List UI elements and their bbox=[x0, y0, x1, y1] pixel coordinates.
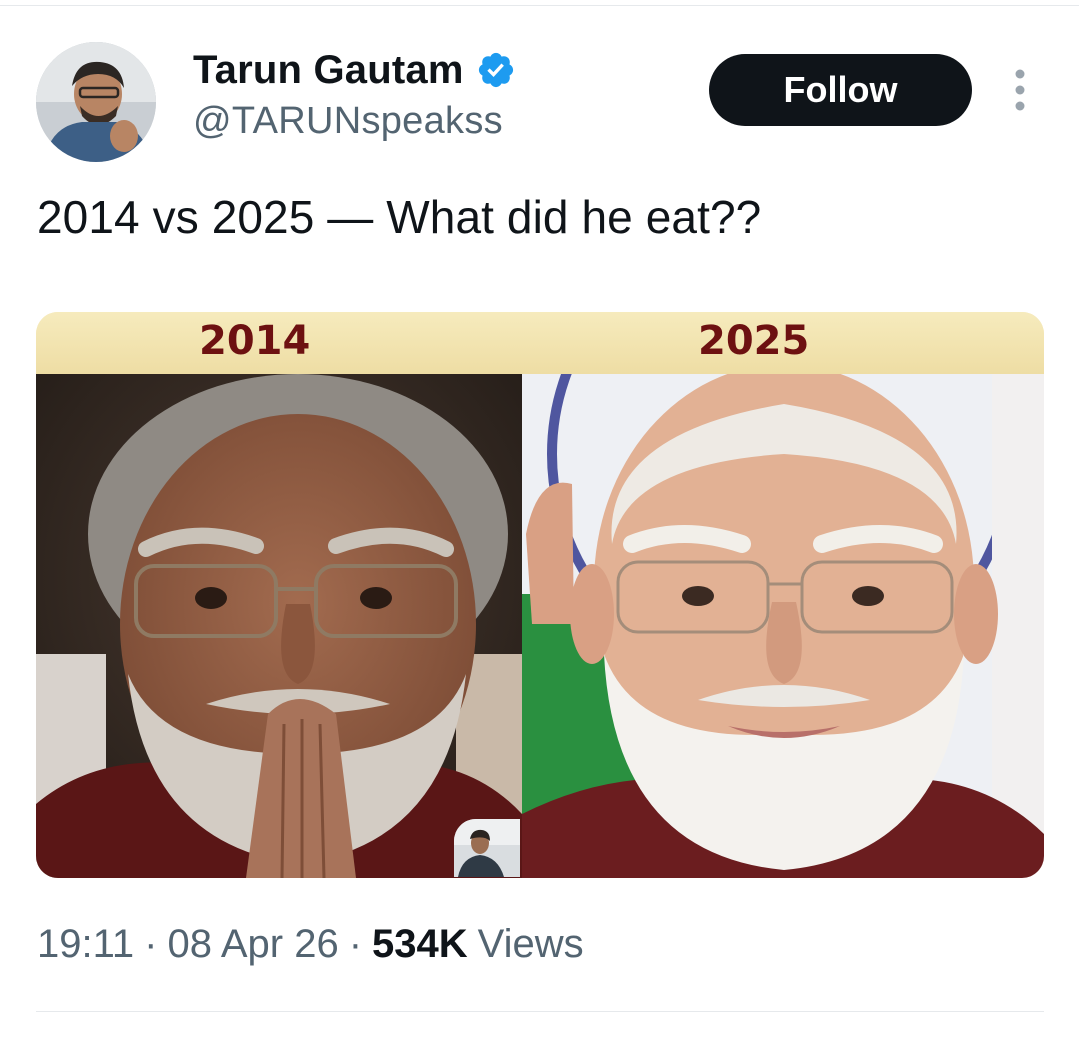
tweet-text: 2014 vs 2025 — What did he eat?? bbox=[37, 191, 762, 243]
verified-badge-icon bbox=[478, 52, 513, 88]
author-avatar[interactable] bbox=[36, 42, 156, 162]
more-vertical-icon[interactable] bbox=[1006, 68, 1034, 112]
watermark-avatar bbox=[454, 819, 520, 877]
meta-separator: · bbox=[348, 922, 363, 966]
bottom-divider bbox=[36, 1011, 1044, 1012]
meta-separator: · bbox=[144, 922, 158, 966]
photo-left bbox=[36, 374, 522, 878]
tweet-date[interactable]: 08 Apr 26 bbox=[167, 922, 338, 967]
views-label[interactable]: Views bbox=[478, 922, 584, 967]
photo-right bbox=[522, 374, 1044, 878]
year-label-left: 2014 bbox=[199, 318, 311, 364]
tweet-view: Tarun Gautam @TARUNspeakss Follow 2014 v… bbox=[0, 0, 1079, 1043]
author-name[interactable]: Tarun Gautam bbox=[193, 48, 464, 93]
tweet-time[interactable]: 19:11 bbox=[37, 922, 134, 967]
author-handle[interactable]: @TARUNspeakss bbox=[193, 100, 503, 143]
views-count[interactable]: 534K bbox=[372, 922, 468, 967]
avatar-image bbox=[36, 42, 156, 162]
media-banner: 2014 2025 bbox=[36, 312, 1044, 374]
author-name-row[interactable]: Tarun Gautam bbox=[193, 45, 516, 95]
year-label-right: 2025 bbox=[698, 318, 810, 364]
top-divider bbox=[0, 5, 1079, 6]
tweet-meta-row: 19:11 · 08 Apr 26 · 534K Views bbox=[37, 922, 584, 967]
follow-button[interactable]: Follow bbox=[709, 54, 972, 126]
tweet-media[interactable]: 2014 2025 bbox=[36, 312, 1044, 878]
